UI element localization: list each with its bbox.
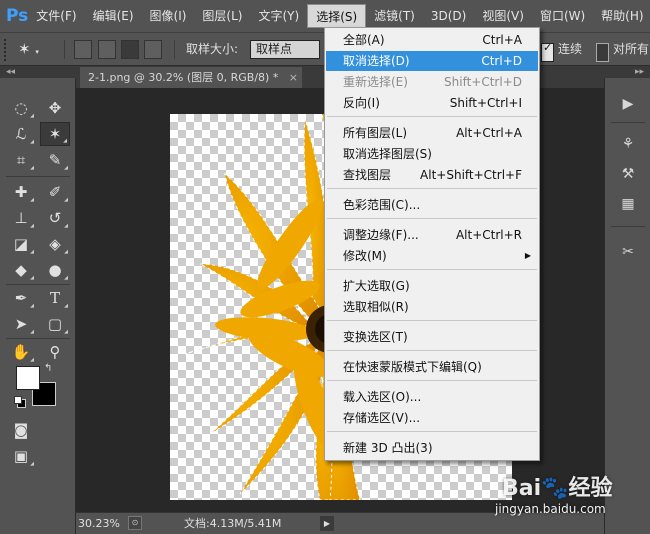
contiguous-label: 连续 <box>558 42 583 56</box>
dodge-tool-icon[interactable]: ● ◢ <box>40 258 70 282</box>
close-tab-icon[interactable]: × <box>289 67 298 88</box>
baidu-jingyan-watermark: Bai🐾经验 jingyan.baidu.com <box>494 468 650 534</box>
rectangle-tool-icon[interactable]: ▢ ◢ <box>40 312 70 336</box>
menu-help[interactable]: 帮助(H) <box>593 4 650 28</box>
menu-window[interactable]: 窗口(W) <box>532 4 593 28</box>
menu-item-transform-selection[interactable]: 变换选区(T) <box>326 327 538 347</box>
document-size-info: 文档:4.13M/5.41M <box>184 517 282 530</box>
eyedropper-tool-icon[interactable]: ✎ ◢ <box>40 148 70 172</box>
menu-file[interactable]: 文件(F) <box>28 4 84 28</box>
sample-all-layers-label: 对所有 <box>613 42 650 56</box>
menu-item-all[interactable]: 全部(A) Ctrl+A <box>326 30 538 50</box>
path-selection-tool-icon[interactable]: ➤ ◢ <box>6 312 36 336</box>
zoom-tool-icon[interactable]: ⚲ <box>40 340 70 364</box>
document-tab-title: 2-1.png @ 30.2% (图层 0, RGB/8) * <box>88 71 279 84</box>
menu-item-reselect: 重新选择(E) Shift+Ctrl+D <box>343 75 522 89</box>
tools-panel-icon[interactable]: ✂ <box>615 240 641 264</box>
menu-item-deselect[interactable]: 取消选择(D) Ctrl+D <box>326 51 538 71</box>
document-tab[interactable]: 2-1.png @ 30.2% (图层 0, RGB/8) * × <box>80 67 302 88</box>
right-panel-dock: ▶ ⚘ ⚒ ▦ ✂ <box>604 78 650 534</box>
menu-item-save-selection[interactable]: 存储选区(V)... <box>326 408 538 428</box>
menu-edit[interactable]: 编辑(E) <box>85 4 142 28</box>
select-menu-dropdown: 全部(A) Ctrl+A 取消选择(D) Ctrl+D 重新选择(E) Shift+C… <box>324 27 540 461</box>
spot-healing-tool-icon[interactable]: ✚ ◢ <box>6 180 36 204</box>
tools-panel: ◌ ◢ ✥ ℒ ◢ ✶ ◢ ⌗ ◢ ✎ ◢ ✚ ◢ ✐ ◢ ⊥ ◢ ↺ ◢ ◪ ◢ ◈ ◢ ◆ ◢ ● ◢… <box>0 78 76 534</box>
paint-bucket-tool-icon[interactable]: ◈ ◢ <box>40 232 70 256</box>
menu-layer[interactable]: 图层(L) <box>194 4 250 28</box>
zoom-level-field[interactable]: 30.23% <box>78 516 120 532</box>
clone-stamp-tool-icon[interactable]: ⊥ ◢ <box>6 206 36 230</box>
blur-tool-icon[interactable]: ◆ ◢ <box>6 258 36 282</box>
status-menu-arrow-icon[interactable]: ▶ <box>320 516 334 531</box>
menu-image[interactable]: 图像(I) <box>142 4 195 28</box>
pen-tool-icon[interactable]: ✒ ◢ <box>6 286 36 310</box>
subtract-from-selection-button[interactable] <box>121 40 139 59</box>
menu-item-refine-edge[interactable]: 调整边缘(F)... Alt+Ctrl+R <box>326 225 538 245</box>
type-tool-icon[interactable]: T ◢ <box>40 286 70 310</box>
menu-3d[interactable]: 3D(D) <box>423 4 474 28</box>
menu-select[interactable]: 选择(S) <box>307 4 367 28</box>
menu-type[interactable]: 文字(Y) <box>250 4 307 28</box>
magic-wand-preset-icon[interactable]: ✶ ▾ <box>18 40 50 59</box>
menu-item-new-3d-extrusion[interactable]: 新建 3D 凸出(3) <box>326 438 538 458</box>
menu-item-modify[interactable]: 修改(M) ▶ <box>326 246 538 266</box>
add-to-selection-button[interactable] <box>98 40 116 59</box>
menu-item-similar[interactable]: 选取相似(R) <box>326 297 538 317</box>
brush-tool-icon[interactable]: ✐ ◢ <box>40 180 70 204</box>
move-tool-icon[interactable]: ✥ <box>40 96 70 120</box>
sample-size-label: 取样大小: <box>186 42 239 56</box>
options-grip[interactable] <box>4 39 8 61</box>
properties-panel-icon[interactable]: ▦ <box>615 192 641 216</box>
dock-expand-bar[interactable]: ▸▸ <box>604 66 650 78</box>
toolbox-collapse-bar[interactable]: ◂◂ <box>0 66 76 78</box>
watermark-url: jingyan.baidu.com <box>495 502 606 516</box>
hand-tool-icon[interactable]: ✋ ◢ <box>6 340 36 364</box>
intersect-selection-button[interactable] <box>144 40 162 59</box>
menu-item-load-selection[interactable]: 载入选区(O)... <box>326 387 538 407</box>
quick-mask-icon[interactable]: ◙ <box>6 418 36 442</box>
status-info-icon[interactable]: ⊙ <box>128 516 142 530</box>
menu-item-color-range[interactable]: 色彩范围(C)... <box>326 195 538 215</box>
brush-panel-icon[interactable]: ⚘ <box>615 132 641 156</box>
sample-all-layers-checkbox[interactable] <box>596 43 609 62</box>
contiguous-checkbox[interactable] <box>541 41 554 62</box>
screen-mode-icon[interactable]: ▣ ◢ <box>6 444 36 468</box>
new-selection-button[interactable] <box>74 40 92 59</box>
magic-wand-tool-icon[interactable]: ✶ ◢ <box>40 122 70 146</box>
foreground-color-swatch[interactable] <box>16 366 40 390</box>
play-action-icon[interactable]: ▶ <box>615 92 641 116</box>
menu-view[interactable]: 视图(V) <box>474 4 532 28</box>
swap-colors-icon[interactable]: ↰ <box>44 363 52 374</box>
photoshop-logo: Ps <box>6 6 29 26</box>
default-colors-icon[interactable] <box>14 396 26 408</box>
lasso-tool-icon[interactable]: ℒ ◢ <box>6 122 36 146</box>
eraser-tool-icon[interactable]: ◪ ◢ <box>6 232 36 256</box>
menu-item-find-layers[interactable]: 查找图层 Alt+Shift+Ctrl+F <box>326 165 538 185</box>
menu-item-inverse[interactable]: 反向(I) Shift+Ctrl+I <box>326 93 538 113</box>
menu-item-deselect-layers[interactable]: 取消选择图层(S) <box>326 144 538 164</box>
menu-item-all-layers[interactable]: 所有图层(L) Alt+Ctrl+A <box>326 123 538 143</box>
tool-presets-icon[interactable]: ⚒ <box>615 162 641 186</box>
menu-filter[interactable]: 滤镜(T) <box>366 4 423 28</box>
crop-tool-icon[interactable]: ⌗ ◢ <box>6 148 36 172</box>
history-brush-tool-icon[interactable]: ↺ ◢ <box>40 206 70 230</box>
watermark-logo: Bai🐾经验 <box>502 476 613 501</box>
menu-item-grow[interactable]: 扩大选取(G) <box>326 276 538 296</box>
submenu-arrow-icon: ▶ <box>524 251 531 260</box>
marquee-tool-icon[interactable]: ◌ ◢ <box>6 96 36 120</box>
sample-size-select[interactable]: 取样点 <box>250 40 320 59</box>
menu-item-quick-mask[interactable]: 在快速蒙版模式下编辑(Q) <box>326 357 538 377</box>
